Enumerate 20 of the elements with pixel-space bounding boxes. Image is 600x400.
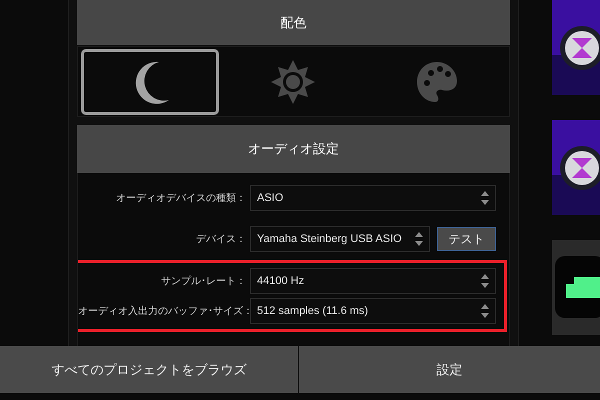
stepper-arrows-icon <box>481 274 489 288</box>
dropdown[interactable]: 44100 Hz <box>250 268 496 294</box>
stepper-arrows-icon <box>481 191 489 205</box>
section-header[interactable]: 配色 <box>77 0 510 45</box>
palette-icon <box>416 60 458 102</box>
dropdown[interactable]: Yamaha Steinberg USB ASIO <box>250 226 430 252</box>
field-label: オーディオ入出力のバッファ･サイズ： <box>78 304 250 318</box>
dropdown[interactable]: 512 samples (11.6 ms) <box>250 298 496 324</box>
field-label: デバイス： <box>195 232 247 246</box>
sun-icon <box>271 60 316 104</box>
test-button[interactable]: テスト <box>437 227 496 251</box>
stepper-arrows-icon <box>481 304 489 318</box>
bottom-bar-button[interactable]: 設定 <box>299 346 600 393</box>
field-label: オーディオデバイスの種類： <box>115 192 247 206</box>
bottom-bar-button[interactable]: すべてのプロジェクトをブラウズ <box>0 346 298 393</box>
section-header[interactable]: オーディオ設定 <box>77 125 510 173</box>
dropdown[interactable]: ASIO <box>250 185 496 211</box>
stepper-arrows-icon <box>415 232 423 246</box>
theme-button[interactable] <box>81 48 219 114</box>
field-label: サンプル･レート： <box>160 274 247 288</box>
